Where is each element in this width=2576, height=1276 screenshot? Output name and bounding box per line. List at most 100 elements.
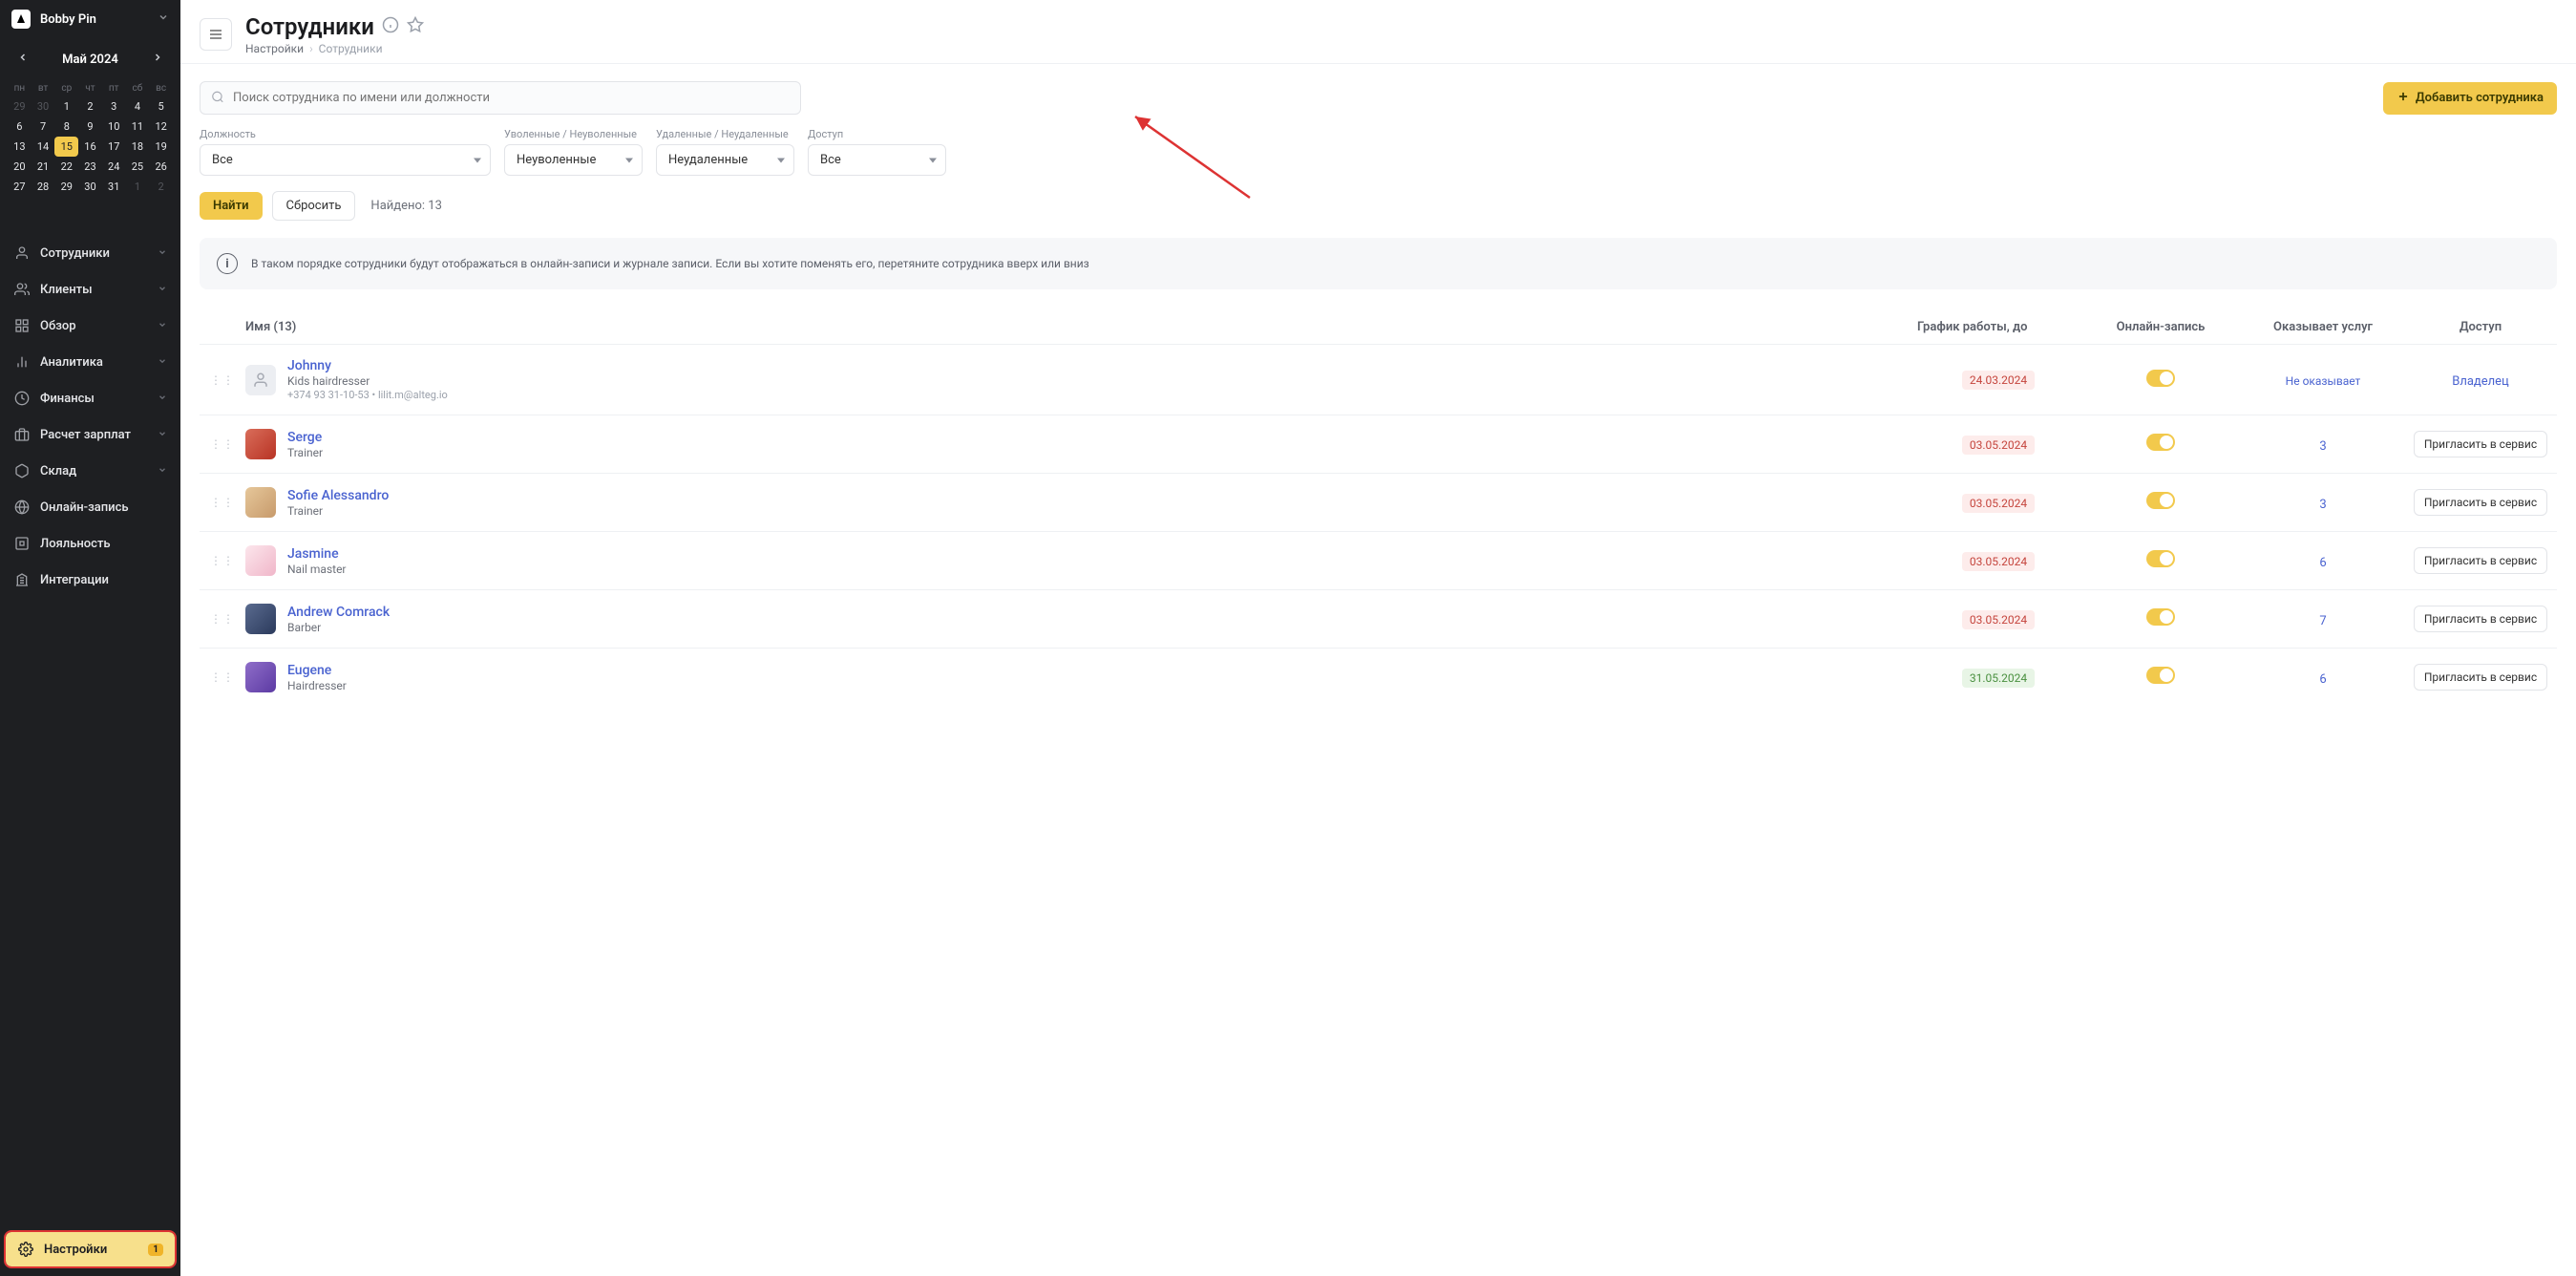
brand-switcher[interactable]: Bobby Pin (0, 0, 180, 38)
services-count-link[interactable]: 6 (2319, 672, 2326, 687)
crumb-settings[interactable]: Настройки (245, 42, 304, 55)
invite-button[interactable]: Пригласить в сервис (2414, 664, 2547, 691)
filter-deleted-select[interactable]: Неудаленные (656, 144, 794, 176)
calendar-day[interactable]: 13 (8, 137, 32, 157)
access-cell: Пригласить в сервис (2404, 606, 2557, 632)
calendar-day[interactable]: 25 (126, 157, 150, 177)
calendar-day[interactable]: 28 (32, 177, 55, 197)
add-employee-button[interactable]: Добавить сотрудника (2383, 82, 2557, 115)
services-cell: 6 (2242, 552, 2404, 570)
sidebar-item[interactable]: Клиенты (0, 271, 180, 308)
services-count-link[interactable]: 6 (2319, 556, 2326, 570)
calendar-day[interactable]: 3 (102, 96, 126, 117)
calendar-day[interactable]: 15 (54, 137, 78, 157)
star-icon[interactable] (407, 16, 424, 37)
filter-position-select[interactable]: Все (200, 144, 491, 176)
calendar-day[interactable]: 8 (54, 117, 78, 137)
drag-handle-icon[interactable]: ⋮⋮ (200, 612, 245, 626)
calendar-prev-icon[interactable] (13, 48, 32, 71)
online-toggle[interactable] (2146, 492, 2175, 509)
invite-button[interactable]: Пригласить в сервис (2414, 489, 2547, 516)
calendar-day[interactable]: 11 (126, 117, 150, 137)
calendar-day[interactable]: 26 (149, 157, 173, 177)
employee-name-link[interactable]: Serge (287, 430, 323, 445)
access-owner-link[interactable]: Владелец (2452, 374, 2509, 389)
employee-name-link[interactable]: Jasmine (287, 546, 347, 562)
calendar-next-icon[interactable] (148, 48, 167, 71)
user-cell: Sofie AlessandroTrainer (245, 487, 1917, 518)
employee-name-link[interactable]: Johnny (287, 358, 448, 373)
reset-button[interactable]: Сбросить (272, 191, 356, 221)
info-icon[interactable] (382, 16, 399, 37)
filter-access-select[interactable]: Все (808, 144, 946, 176)
sidebar-item[interactable]: Лояльность (0, 525, 180, 562)
calendar-day[interactable]: 18 (126, 137, 150, 157)
drag-handle-icon[interactable]: ⋮⋮ (200, 373, 245, 387)
calendar-day[interactable]: 22 (54, 157, 78, 177)
search-input[interactable] (200, 81, 801, 115)
online-toggle[interactable] (2146, 667, 2175, 684)
find-button[interactable]: Найти (200, 192, 263, 220)
calendar-day[interactable]: 30 (78, 177, 102, 197)
calendar-day[interactable]: 10 (102, 117, 126, 137)
calendar-day[interactable]: 31 (102, 177, 126, 197)
calendar-day[interactable]: 1 (126, 177, 150, 197)
settings-label: Настройки (44, 1243, 138, 1257)
employee-name-link[interactable]: Sofie Alessandro (287, 488, 389, 503)
invite-button[interactable]: Пригласить в сервис (2414, 431, 2547, 457)
sidebar-item[interactable]: Сотрудники (0, 235, 180, 271)
online-toggle[interactable] (2146, 370, 2175, 387)
drag-handle-icon[interactable]: ⋮⋮ (200, 554, 245, 567)
services-count-link[interactable]: 3 (2319, 498, 2326, 512)
calendar-day[interactable]: 24 (102, 157, 126, 177)
calendar-day[interactable]: 17 (102, 137, 126, 157)
invite-button[interactable]: Пригласить в сервис (2414, 547, 2547, 574)
online-toggle[interactable] (2146, 550, 2175, 567)
table-row: ⋮⋮JohnnyKids hairdresser+374 93 31-10-53… (200, 344, 2557, 415)
calendar-day[interactable]: 20 (8, 157, 32, 177)
services-count-link[interactable]: 3 (2319, 439, 2326, 454)
sidebar-item[interactable]: Обзор (0, 308, 180, 344)
calendar-day[interactable]: 19 (149, 137, 173, 157)
calendar-day[interactable]: 4 (126, 96, 150, 117)
sidebar-item[interactable]: Склад (0, 453, 180, 489)
drag-handle-icon[interactable]: ⋮⋮ (200, 437, 245, 451)
sidebar: Bobby Pin Май 2024 пнвтсрчтптсбвс 293012… (0, 0, 180, 1276)
calendar-day[interactable]: 27 (8, 177, 32, 197)
invite-button[interactable]: Пригласить в сервис (2414, 606, 2547, 632)
filter-dismissed-select[interactable]: Неуволенные (504, 144, 643, 176)
employee-role: Kids hairdresser (287, 374, 448, 388)
nav-label: Аналитика (40, 355, 148, 370)
calendar-day[interactable]: 12 (149, 117, 173, 137)
sidebar-item-settings[interactable]: Настройки 1 (6, 1232, 175, 1266)
gear-icon (17, 1242, 34, 1257)
sidebar-item[interactable]: Интеграции (0, 562, 180, 598)
services-count-link[interactable]: 7 (2319, 614, 2326, 628)
drag-handle-icon[interactable]: ⋮⋮ (200, 670, 245, 684)
calendar-day[interactable]: 5 (149, 96, 173, 117)
employee-name-link[interactable]: Andrew Comrack (287, 605, 390, 620)
calendar-day[interactable]: 23 (78, 157, 102, 177)
calendar-day[interactable]: 29 (8, 96, 32, 117)
services-warn-link[interactable]: Не оказывает (2286, 374, 2361, 388)
calendar-day[interactable]: 29 (54, 177, 78, 197)
calendar-day[interactable]: 7 (32, 117, 55, 137)
employee-name-link[interactable]: Eugene (287, 663, 347, 678)
calendar-day[interactable]: 6 (8, 117, 32, 137)
sidebar-item[interactable]: Аналитика (0, 344, 180, 380)
calendar-day[interactable]: 2 (149, 177, 173, 197)
calendar-day[interactable]: 9 (78, 117, 102, 137)
calendar-day[interactable]: 30 (32, 96, 55, 117)
sidebar-item[interactable]: Финансы (0, 380, 180, 416)
online-toggle[interactable] (2146, 434, 2175, 451)
online-toggle[interactable] (2146, 608, 2175, 626)
calendar-day[interactable]: 16 (78, 137, 102, 157)
calendar-day[interactable]: 21 (32, 157, 55, 177)
burger-button[interactable] (200, 18, 232, 51)
sidebar-item[interactable]: Расчет зарплат (0, 416, 180, 453)
sidebar-item[interactable]: Онлайн-запись (0, 489, 180, 525)
calendar-day[interactable]: 2 (78, 96, 102, 117)
drag-handle-icon[interactable]: ⋮⋮ (200, 496, 245, 509)
calendar-day[interactable]: 1 (54, 96, 78, 117)
calendar-day[interactable]: 14 (32, 137, 55, 157)
